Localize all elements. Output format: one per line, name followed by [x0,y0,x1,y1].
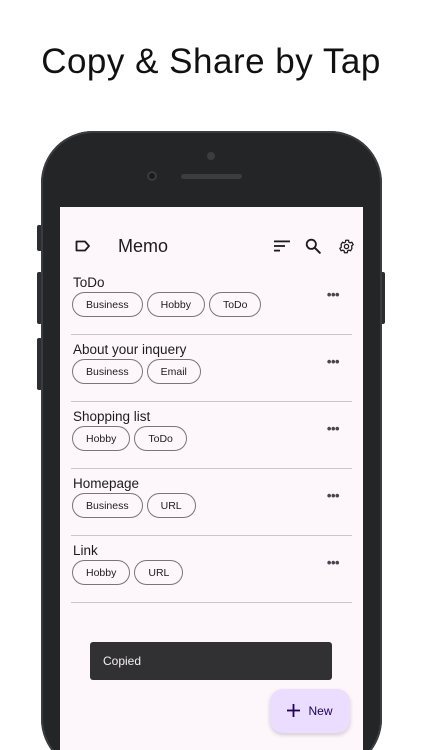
more-options-button[interactable]: ••• [320,552,346,572]
snackbar-text: Copied [103,654,142,668]
more-options-button[interactable]: ••• [320,485,346,505]
app-title: Memo [118,236,169,256]
gear-icon[interactable] [336,236,356,256]
front-camera [147,171,157,181]
tag-chip[interactable]: Hobby [72,560,131,585]
headline: Copy & Share by Tap [41,42,381,81]
sort-icon[interactable] [272,236,292,256]
memo-item[interactable]: ToDo Business Hobby ToDo ••• [71,268,352,335]
new-memo-button[interactable]: New [270,689,350,733]
memo-list: ToDo Business Hobby ToDo ••• About your … [71,268,352,603]
tag-group: Business URL [72,493,196,518]
memo-title: ToDo [73,275,105,290]
memo-title: About your inquery [73,342,187,357]
tag-chip[interactable]: Business [72,292,143,317]
tag-chip[interactable]: URL [146,493,196,518]
memo-title: Shopping list [73,409,151,424]
earpiece-speaker [181,174,242,179]
tag-chip[interactable]: ToDo [208,292,262,317]
search-icon[interactable] [303,236,323,256]
tag-chip[interactable]: Business [72,359,143,384]
tag-chip[interactable]: Hobby [72,426,131,451]
tag-chip[interactable]: ToDo [134,426,187,451]
tag-chip[interactable]: URL [134,560,184,585]
memo-item[interactable]: About your inquery Business Email ••• [71,335,352,402]
tag-group: Hobby URL [72,560,184,585]
plus-icon [287,701,301,721]
tag-chip[interactable]: Hobby [146,292,205,317]
tag-group: Business Hobby ToDo [72,292,262,317]
snackbar: Copied [90,642,332,680]
memo-item[interactable]: Link Hobby URL ••• [71,536,352,603]
tag-group: Business Email [72,359,201,384]
more-options-button[interactable]: ••• [320,351,346,371]
app-screen: Memo ToDo Business Hobby ToDo ••• About … [60,207,363,750]
new-memo-label: New [308,704,333,718]
tag-chip[interactable]: Email [146,359,201,384]
memo-title: Homepage [73,476,140,491]
memo-item[interactable]: Homepage Business URL ••• [71,469,352,536]
page: Copy & Share by Tap Memo ToDo Business H… [0,0,422,750]
memo-item[interactable]: Shopping list Hobby ToDo ••• [71,402,352,469]
more-options-button[interactable]: ••• [320,284,346,304]
tag-chip[interactable]: Business [72,493,143,518]
front-sensor [207,152,215,160]
tag-group: Hobby ToDo [72,426,187,451]
memo-title: Link [73,543,98,558]
more-options-button[interactable]: ••• [320,418,346,438]
label-outline-icon[interactable] [74,238,92,254]
